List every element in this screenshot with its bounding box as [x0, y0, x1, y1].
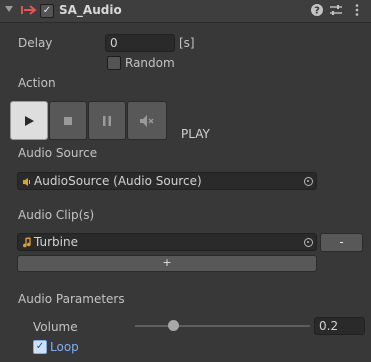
mute-button[interactable]: [127, 101, 167, 140]
add-clip-button[interactable]: +: [17, 255, 317, 272]
help-icon[interactable]: ?: [310, 3, 324, 17]
audio-source-label: Audio Source: [18, 146, 98, 160]
component-header: ✓ SA_Audio ?: [0, 0, 371, 23]
mute-icon: [140, 115, 154, 127]
action-state-label: PLAY: [181, 127, 210, 141]
stop-button[interactable]: [49, 101, 87, 140]
script-icon: [21, 5, 37, 15]
audio-source-icon: [23, 178, 30, 186]
audio-clip-field[interactable]: Turbine: [17, 233, 317, 251]
delay-unit: [s]: [179, 36, 195, 50]
play-button[interactable]: [10, 101, 48, 140]
audio-parameters-label: Audio Parameters: [18, 292, 125, 306]
loop-label: Loop: [50, 340, 79, 354]
component-enabled-checkbox[interactable]: ✓: [40, 4, 54, 18]
loop-checkbox[interactable]: ✓: [33, 340, 47, 354]
volume-slider-thumb[interactable]: [168, 320, 179, 331]
more-options-icon[interactable]: [350, 3, 364, 17]
foldout-arrow-icon[interactable]: [5, 6, 13, 12]
play-icon: [25, 116, 34, 126]
pause-icon: [103, 116, 111, 126]
volume-label: Volume: [33, 320, 78, 334]
random-checkbox[interactable]: [107, 56, 121, 70]
audio-clips-label: Audio Clip(s): [18, 208, 95, 222]
random-label: Random: [125, 56, 175, 70]
preset-sliders-icon[interactable]: [329, 3, 343, 17]
stop-icon: [64, 117, 72, 125]
volume-slider-track[interactable]: [135, 325, 310, 327]
action-label: Action: [18, 76, 56, 90]
volume-input[interactable]: 0.2: [314, 317, 365, 335]
audio-clip-value: Turbine: [34, 235, 78, 249]
pause-button[interactable]: [88, 101, 126, 140]
remove-clip-button[interactable]: -: [320, 233, 363, 252]
audio-clip-icon: [23, 237, 31, 248]
object-picker-icon[interactable]: [304, 238, 313, 247]
audio-source-field[interactable]: AudioSource (Audio Source): [17, 172, 317, 190]
object-picker-icon[interactable]: [304, 177, 313, 186]
delay-input[interactable]: 0: [105, 34, 175, 52]
audio-source-value: AudioSource (Audio Source): [34, 174, 202, 188]
component-title: SA_Audio: [59, 3, 122, 17]
delay-label: Delay: [18, 36, 53, 50]
svg-text:?: ?: [314, 6, 320, 17]
